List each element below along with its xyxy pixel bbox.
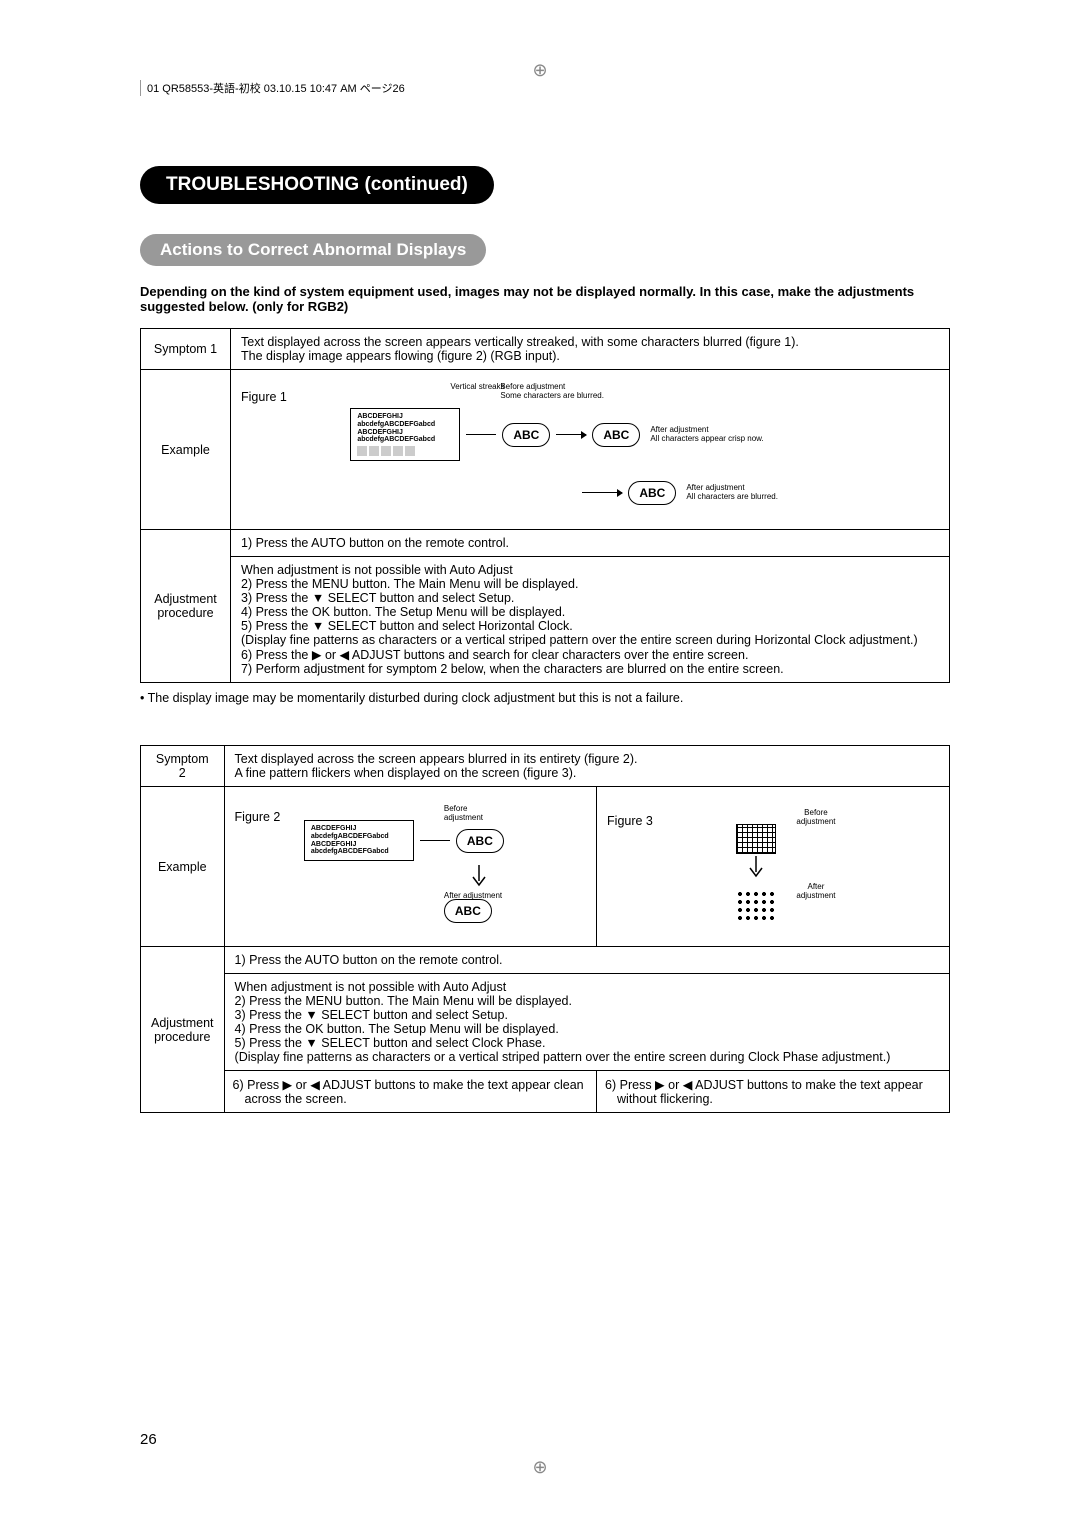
figure2-cell: Figure 2 Before adjustment ABCDEFGHIJ ab… — [224, 787, 597, 947]
symptom1-figure-cell: Figure 1 Vertical streaks Before adjustm… — [231, 370, 950, 530]
symptom2-step1: 1) Press the AUTO button on the remote c… — [224, 947, 949, 974]
symptom2-text: Text displayed across the screen appears… — [224, 746, 949, 787]
fig2-abc-after: ABC — [444, 899, 492, 923]
figure1-label: Figure 1 — [241, 390, 287, 404]
symptom1-example-label: Example — [141, 370, 231, 530]
symptom1-adj-label: Adjustment procedure — [141, 530, 231, 683]
fig1-after-blur: After adjustment All characters are blur… — [686, 484, 778, 502]
symptom1-steps: When adjustment is not possible with Aut… — [231, 557, 950, 683]
note1: • The display image may be momentarily d… — [140, 691, 950, 705]
symptom1-step1: 1) Press the AUTO button on the remote c… — [231, 530, 950, 557]
fig3-grid-before — [736, 824, 776, 854]
symptom1-label: Symptom 1 — [141, 329, 231, 370]
fig1-abc-crisp: ABC — [592, 423, 640, 447]
fig3-before: Before adjustment — [796, 808, 835, 826]
symptom1-table: Symptom 1 Text displayed across the scre… — [140, 328, 950, 683]
page-number: 26 — [140, 1431, 157, 1448]
symptom2-step6b: 6) Press ▶ or ◀ ADJUST buttons to make t… — [597, 1071, 950, 1113]
fig1-before-note: Before adjustment Some characters are bl… — [500, 382, 604, 400]
symptom2-adj-label: Adjustment procedure — [141, 947, 225, 1113]
page-content: 01 QR58553-英語-初校 03.10.15 10:47 AM ページ26… — [0, 0, 1080, 1181]
symptom2-table: Symptom 2 Text displayed across the scre… — [140, 745, 950, 1113]
page-header: 01 QR58553-英語-初校 03.10.15 10:47 AM ページ26 — [140, 80, 950, 96]
symptom2-steps: When adjustment is not possible with Aut… — [224, 974, 949, 1071]
fig1-abc-blur: ABC — [628, 481, 676, 505]
figure3-label: Figure 3 — [607, 814, 653, 828]
fig2-abc-before: ABC — [456, 829, 504, 853]
register-mark-top: ⊕ — [532, 60, 547, 81]
fig1-vstreaks-note: Vertical streaks — [450, 382, 504, 391]
down-arrow-icon — [454, 865, 504, 889]
fig2-before: Before adjustment — [444, 804, 504, 822]
symptom2-step6a: 6) Press ▶ or ◀ ADJUST buttons to make t… — [224, 1071, 597, 1113]
register-mark-bottom: ⊕ — [532, 1457, 547, 1478]
figure2-label: Figure 2 — [235, 810, 281, 824]
fig1-after-crisp: After adjustment All characters appear c… — [650, 426, 763, 444]
fig1-abc-before: ABC — [502, 423, 550, 447]
page-subtitle: Actions to Correct Abnormal Displays — [140, 234, 486, 266]
fig1-textbox: ABCDEFGHIJ abcdefgABCDEFGabcd ABCDEFGHIJ… — [350, 408, 460, 461]
fig2-textbox: ABCDEFGHIJ abcdefgABCDEFGabcd ABCDEFGHIJ… — [304, 820, 414, 861]
figure3-cell: Figure 3 Before adjustment After adjustm… — [597, 787, 950, 947]
symptom2-label: Symptom 2 — [141, 746, 225, 787]
fig3-grid-after — [736, 890, 776, 920]
fig2-after: After adjustment — [444, 891, 502, 900]
down-arrow-icon — [736, 856, 776, 880]
intro-text: Depending on the kind of system equipmen… — [140, 284, 950, 314]
symptom2-example-label: Example — [141, 787, 225, 947]
page-title: TROUBLESHOOTING (continued) — [140, 166, 494, 204]
fig3-after: After adjustment — [796, 882, 835, 900]
symptom1-text: Text displayed across the screen appears… — [231, 329, 950, 370]
